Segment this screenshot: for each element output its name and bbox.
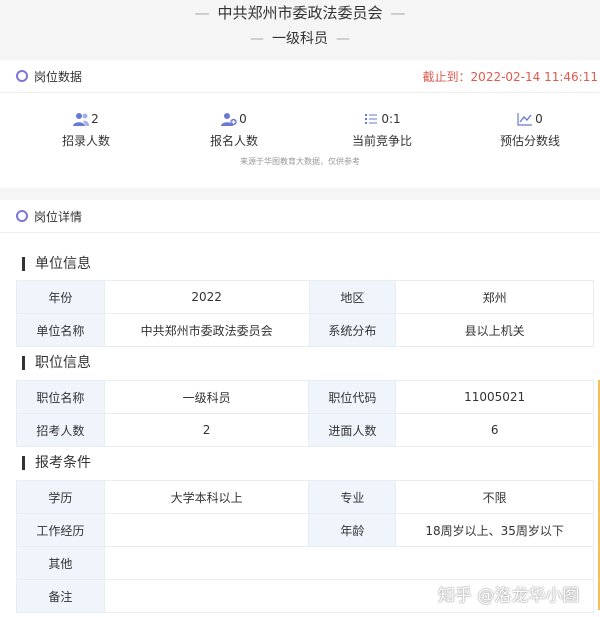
table-row: 学历 大学本科以上 专业 不限 <box>16 480 594 514</box>
user-add-icon <box>221 112 237 126</box>
position-data-header: 岗位数据 截止到：2022-02-14 11:46:11 <box>0 60 600 93</box>
table-value <box>103 513 310 547</box>
unit-info-table: 年份 2022 地区 郑州 单位名称 中共郑州市委政法委员会 系统分布 县以上机… <box>16 280 594 347</box>
position-detail-card: 岗位详情 单位信息 年份 2022 地区 郑州 单位名称 中共郑州市委政法委员会… <box>0 200 600 617</box>
table-value: 18周岁以上、35周岁以下 <box>395 513 594 547</box>
table-key: 单位名称 <box>16 313 105 347</box>
circle-icon <box>16 210 28 222</box>
dash-right: — <box>390 4 406 22</box>
table-value <box>103 546 595 580</box>
org-title-line: — 中共郑州市委政法委员会 — <box>0 2 600 23</box>
stat-value: 0:1 <box>381 111 401 126</box>
stat-recruit-count: 2 招录人数 <box>26 108 146 149</box>
position-detail-header: 岗位详情 <box>0 200 600 233</box>
dash-left: — <box>194 4 210 22</box>
table-key: 地区 <box>308 280 397 314</box>
dash-left: — <box>250 31 264 47</box>
table-value: 郑州 <box>395 280 594 314</box>
page: — 中共郑州市委政法委员会 — — 一级科员 — 岗位数据 截止到：2022-02-14… <box>0 0 600 617</box>
table-value: 大学本科以上 <box>103 480 310 514</box>
deadline-text: 截止到：2022-02-14 11:46:11 <box>422 70 598 84</box>
table-value: 2 <box>103 413 310 447</box>
table-value: 2022 <box>103 280 310 314</box>
table-key: 职位名称 <box>16 380 105 414</box>
list-icon <box>365 113 378 124</box>
circle-icon <box>16 70 28 82</box>
table-key: 年龄 <box>308 513 397 547</box>
table-row: 招考人数 2 进面人数 6 <box>16 413 594 447</box>
stat-label: 当前竞争比 <box>351 134 412 148</box>
table-row: 年份 2022 地区 郑州 <box>16 280 594 314</box>
trend-icon <box>517 112 533 126</box>
watermark: 知乎 @洛龙华小图 <box>438 586 580 606</box>
table-value: 中共郑州市委政法委员会 <box>103 313 310 347</box>
position-name: 一级科员 <box>272 31 328 47</box>
table-key: 学历 <box>16 480 105 514</box>
table-key: 专业 <box>308 480 397 514</box>
table-row: 单位名称 中共郑州市委政法委员会 系统分布 县以上机关 <box>16 313 594 347</box>
table-value: 一级科员 <box>103 380 310 414</box>
stat-label: 报名人数 <box>209 134 258 148</box>
stat-score-line: 0 预估分数线 <box>470 108 590 149</box>
table-key: 备注 <box>16 579 105 613</box>
unit-info-title: 单位信息 <box>22 257 91 271</box>
table-row: 工作经历 年龄 18周岁以上、35周岁以下 <box>16 513 594 547</box>
job-info-title: 职位信息 <box>22 356 91 370</box>
stat-label: 招录人数 <box>61 134 110 148</box>
section-title: 岗位详情 <box>34 210 83 224</box>
stat-value: 0 <box>535 111 543 126</box>
stat-apply-count: 0 报名人数 <box>174 108 294 149</box>
page-header: — 中共郑州市委政法委员会 — — 一级科员 — <box>0 0 600 56</box>
section-title: 岗位数据 <box>34 70 83 84</box>
table-value: 县以上机关 <box>395 313 594 347</box>
table-value: 不限 <box>395 480 594 514</box>
table-key: 年份 <box>16 280 105 314</box>
position-data-card: 岗位数据 截止到：2022-02-14 11:46:11 2 招录人数 0 报名… <box>0 60 600 188</box>
org-name: 中共郑州市委政法委员会 <box>217 4 383 22</box>
stat-value: 2 <box>91 111 99 126</box>
table-row: 其他 <box>16 546 595 580</box>
table-key: 其他 <box>16 546 105 580</box>
table-key: 工作经历 <box>16 513 105 547</box>
dash-right: — <box>336 31 350 47</box>
stat-competition-ratio: 0:1 当前竞争比 <box>322 108 442 149</box>
position-title-line: — 一级科员 — <box>0 28 600 48</box>
table-key: 系统分布 <box>308 313 397 347</box>
table-key: 进面人数 <box>308 413 397 447</box>
table-value: 11005021 <box>395 380 594 414</box>
users-icon <box>73 112 90 126</box>
job-info-table: 职位名称 一级科员 职位代码 11005021 招考人数 2 进面人数 6 <box>16 380 594 447</box>
table-row: 职位名称 一级科员 职位代码 11005021 <box>16 380 594 414</box>
source-note: 来源于华图教育大数据，仅供参考 <box>240 157 360 166</box>
stat-value: 0 <box>239 111 247 126</box>
table-key: 职位代码 <box>308 380 397 414</box>
stat-label: 预估分数线 <box>499 134 560 148</box>
table-key: 招考人数 <box>16 413 105 447</box>
table-value: 6 <box>395 413 594 447</box>
requirements-title: 报考条件 <box>22 456 91 470</box>
